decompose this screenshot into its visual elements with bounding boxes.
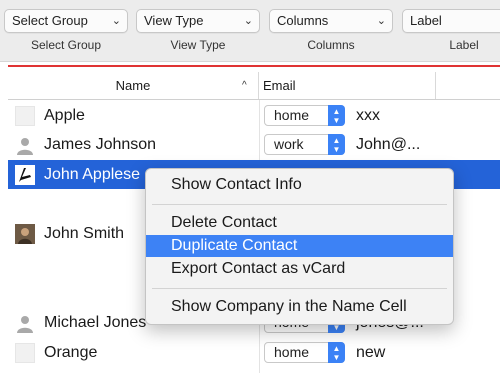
table-row[interactable]: Apple home ▲ ▼ xxx [8,101,500,130]
menu-item-show-company[interactable]: Show Company in the Name Cell [146,296,453,318]
blank-avatar-icon [15,343,35,363]
columns-value: Columns [277,13,329,28]
email-value[interactable]: xxx [356,101,380,130]
contact-name: John Smith [44,225,125,242]
table-row[interactable]: James Johnson work ▲ ▼ John@... [8,130,500,159]
menu-item-duplicate-contact[interactable]: Duplicate Contact [146,235,453,257]
label-label: Label [449,38,479,52]
toolbar: Select Group ⌄ Select Group View Type ⌄ … [0,0,500,62]
photo-avatar-icon [15,224,35,244]
menu-item-delete-contact[interactable]: Delete Contact [146,212,453,234]
email-type-value: home [274,344,310,360]
context-menu: Show Contact Info Delete Contact Duplica… [145,168,454,325]
menu-item-export-vcard[interactable]: Export Contact as vCard [146,258,453,280]
email-type-value: work [274,136,304,152]
select-group-label: Select Group [30,38,102,52]
column-divider [435,72,436,99]
person-silhouette-icon [17,138,33,155]
stepper-arrows-icon[interactable]: ▲▼ [328,134,345,155]
email-type-select[interactable]: work ▲ ▼ [264,134,345,155]
email-type-select[interactable]: home ▲▼ [264,342,345,363]
select-group-popup[interactable]: Select Group ⌄ [4,9,128,33]
contact-name: James Johnson [44,136,157,153]
chevron-down-icon: ⌄ [111,15,121,27]
blank-avatar-icon [15,106,35,126]
pen-logo-icon [15,165,35,185]
columns-popup[interactable]: Columns ⌄ [269,9,393,33]
email-value[interactable]: new [356,338,385,367]
menu-separator [152,288,447,289]
email-column-header[interactable]: Email [263,72,296,99]
table-header: Name ^ Email [8,72,500,100]
menu-item-show-contact-info[interactable]: Show Contact Info [146,174,453,196]
columns-label: Columns [307,38,355,52]
contact-name: John Applese [44,166,141,183]
email-value[interactable]: John@... [356,130,420,159]
label-popup[interactable]: Label [402,9,500,33]
chevron-down-icon: ⌄ [243,15,253,27]
table-row[interactable]: Orange home ▲ ▼ new [8,338,500,367]
label-value: Label [410,13,442,28]
email-type-value: home [274,107,310,123]
view-type-label: View Type [170,38,226,52]
contact-name: Michael Jones [44,314,147,331]
accent-divider [8,65,500,67]
view-type-popup[interactable]: View Type ⌄ [136,9,260,33]
contact-name: Orange [44,344,98,361]
view-type-value: View Type [144,13,204,28]
stepper-arrows-icon[interactable]: ▲▼ [328,105,345,126]
name-column-header[interactable]: Name [8,72,259,99]
person-silhouette-icon [17,316,33,333]
chevron-down-icon: ⌄ [376,15,386,27]
select-group-value: Select Group [12,13,88,28]
menu-separator [152,204,447,205]
contact-name: Apple [44,107,85,124]
stepper-arrows-icon[interactable]: ▲▼ [328,342,345,363]
sort-ascending-icon: ^ [242,80,247,91]
email-type-select[interactable]: home ▲▼ [264,105,345,126]
